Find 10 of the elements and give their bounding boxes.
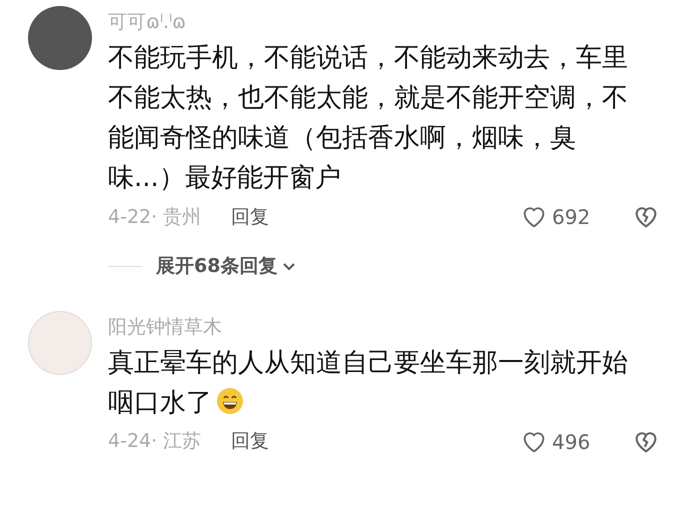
like-count: 692 (552, 204, 592, 231)
like-count: 496 (552, 428, 592, 456)
comment-text: 真正晕车的人从知道自己要坐车那一刻就开始咽口水了 (108, 346, 629, 420)
comment-meta: 4-24· 江苏 (108, 429, 202, 454)
reply-button[interactable]: 回复 (231, 202, 270, 232)
comment-text: 不能玩手机，不能说话，不能动来动去，车里不能太热，也不能太能，就是不能开空调，不能闻奇怪的味道（包括香水啊，烟味，臭味...）最好能开窗户 (108, 42, 629, 195)
grinning-emoji-icon (216, 386, 244, 414)
reply-button[interactable]: 回复 (231, 427, 270, 456)
expand-replies-button[interactable]: 展开68条回复 (156, 252, 298, 280)
comment-meta: 4-22· 贵州 (108, 204, 202, 230)
